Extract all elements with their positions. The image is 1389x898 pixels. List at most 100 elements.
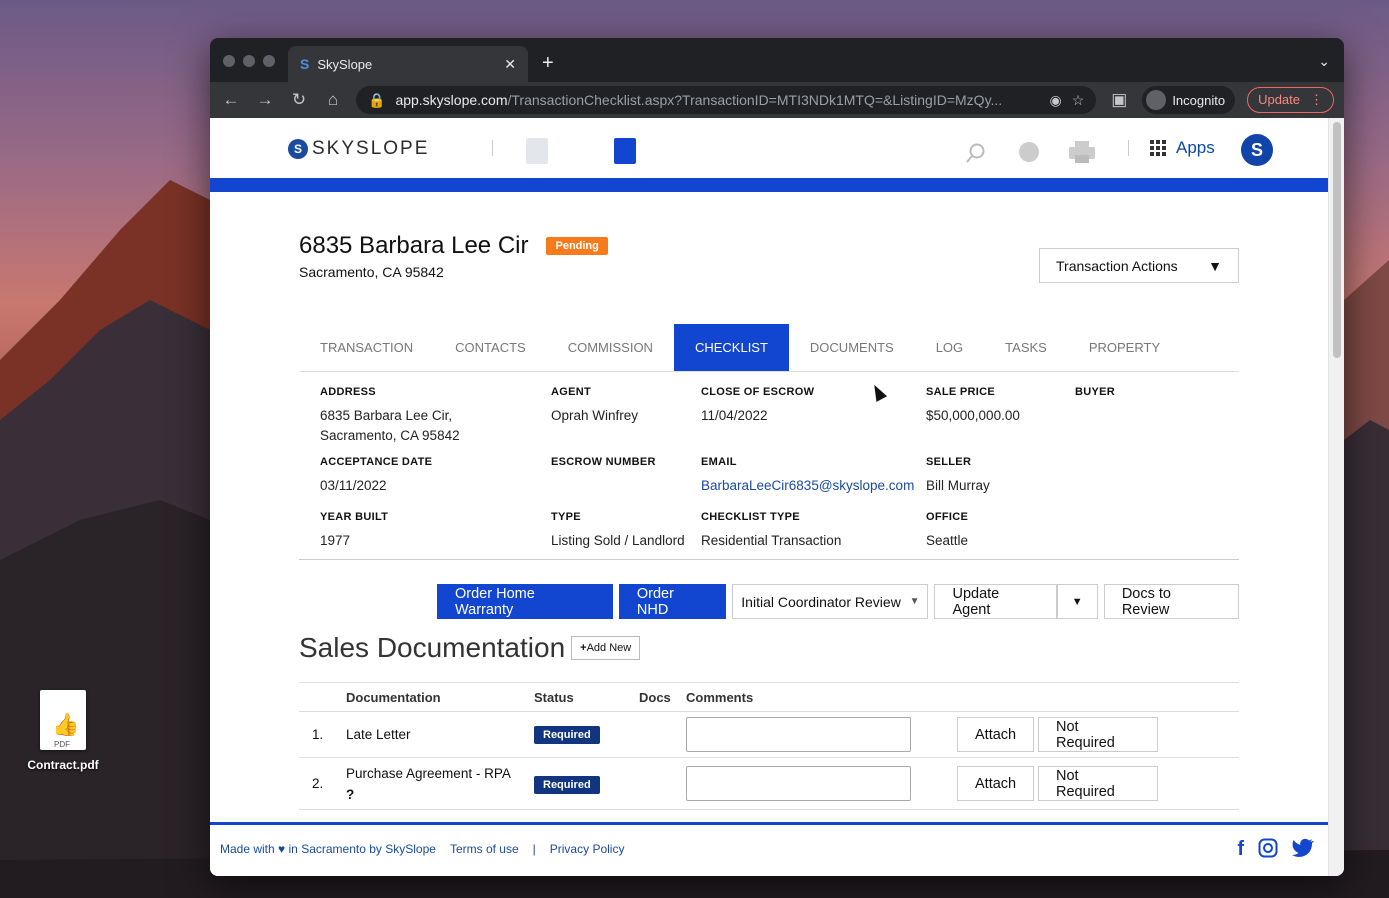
printer-icon[interactable]	[1069, 141, 1095, 163]
tab-commission[interactable]: COMMISSION	[547, 324, 674, 371]
instagram-icon[interactable]	[1258, 838, 1278, 858]
acceptance-date-label: ACCEPTANCE DATE	[320, 456, 433, 468]
status-badge: Pending	[546, 237, 608, 255]
browser-tab[interactable]: S SkySlope ✕	[288, 46, 528, 82]
close-of-escrow-label: CLOSE OF ESCROW	[701, 386, 815, 398]
not-required-button[interactable]: Not Required	[1038, 766, 1158, 801]
checklist-type-value: Residential Transaction	[701, 533, 842, 548]
skyslope-logo[interactable]: S SKYSLOPE	[288, 138, 429, 160]
page-scrollbar[interactable]	[1328, 118, 1344, 876]
help-icon[interactable]: ?	[346, 787, 354, 802]
url-path: /TransactionChecklist.aspx?TransactionID…	[507, 92, 1003, 108]
desktop-file-contract[interactable]: 👍 PDF Contract.pdf	[22, 690, 104, 772]
file-type-label: PDF	[54, 740, 70, 749]
not-required-button[interactable]: Not Required	[1038, 717, 1158, 752]
order-nhd-button[interactable]: Order NHD	[618, 584, 727, 619]
update-agent-dropdown-toggle[interactable]: ▼	[1056, 584, 1098, 619]
document-name[interactable]: Purchase Agreement - RPA ?	[346, 763, 516, 805]
add-new-button[interactable]: +Add New	[571, 636, 641, 660]
support-chat-icon[interactable]	[1018, 140, 1040, 164]
footer-links: Made with ♥ in Sacramento by SkySlope Te…	[220, 842, 624, 856]
search-icon[interactable]	[966, 142, 986, 164]
tab-transaction[interactable]: TRANSACTION	[299, 324, 434, 371]
back-arrow-icon[interactable]: ←	[220, 90, 242, 110]
reload-icon[interactable]: ↻	[288, 90, 310, 110]
browser-window: S SkySlope ✕ + ⌄ ← → ↻ ⌂ 🔒 app.skyslope.…	[210, 38, 1344, 876]
column-docs: Docs	[639, 690, 671, 705]
email-link[interactable]: BarbaraLeeCir6835@skyslope.com	[701, 476, 914, 496]
attach-button[interactable]: Attach	[957, 717, 1034, 752]
lock-icon[interactable]: 🔒	[368, 92, 385, 109]
made-with-label: Made with	[220, 842, 275, 856]
incognito-indicator[interactable]: Incognito	[1142, 86, 1236, 114]
escrow-number-label: ESCROW NUMBER	[551, 456, 656, 468]
pdf-file-icon: 👍 PDF	[40, 690, 86, 750]
url-host: app.skyslope.com	[395, 92, 508, 108]
column-documentation: Documentation	[346, 690, 441, 705]
comment-textarea[interactable]	[686, 717, 911, 752]
attach-button[interactable]: Attach	[957, 766, 1034, 801]
close-window-button[interactable]	[223, 55, 235, 67]
document-name[interactable]: Late Letter	[346, 724, 516, 745]
minimize-window-button[interactable]	[243, 55, 255, 67]
tab-checklist[interactable]: CHECKLIST	[673, 324, 789, 371]
skyslope-logo-icon: S	[288, 139, 308, 159]
docs-to-review-button[interactable]: Docs to Review	[1103, 584, 1239, 619]
review-select[interactable]: Initial Coordinator Review ▼	[732, 584, 929, 619]
user-avatar[interactable]: S	[1241, 134, 1273, 166]
tab-title: SkySlope	[317, 56, 373, 72]
tab-search-chevron-icon[interactable]: ⌄	[1318, 53, 1330, 70]
type-label: TYPE	[551, 511, 581, 523]
update-button[interactable]: Update ⋮	[1247, 87, 1334, 113]
seller-label: SELLER	[926, 456, 972, 468]
header-divider	[1128, 140, 1129, 156]
web-page: S SKYSLOPE Apps S 6835 Barbara Lee Cir P…	[210, 118, 1344, 876]
maximize-window-button[interactable]	[263, 55, 275, 67]
address-bar[interactable]: 🔒 app.skyslope.com/TransactionChecklist.…	[356, 86, 1097, 114]
facebook-icon[interactable]: f	[1237, 838, 1244, 861]
close-tab-icon[interactable]: ✕	[504, 56, 516, 73]
privacy-link[interactable]: Privacy Policy	[550, 842, 625, 856]
details-divider	[299, 559, 1239, 560]
browser-toolbar: ← → ↻ ⌂ 🔒 app.skyslope.com/TransactionCh…	[210, 82, 1344, 118]
search-document-icon[interactable]	[526, 138, 548, 164]
apps-menu[interactable]: Apps	[1150, 138, 1215, 158]
kebab-menu-icon: ⋮	[1310, 92, 1323, 107]
checklist-type-label: CHECKLIST TYPE	[701, 511, 800, 523]
transaction-actions-dropdown[interactable]: Transaction Actions ▼	[1039, 248, 1239, 283]
tab-tasks[interactable]: TASKS	[984, 324, 1068, 371]
tab-property[interactable]: PROPERTY	[1068, 324, 1181, 371]
type-value: Listing Sold / Landlord	[551, 533, 685, 548]
transaction-tabs: TRANSACTION CONTACTS COMMISSION CHECKLIS…	[299, 324, 1239, 372]
twitter-icon[interactable]	[1292, 838, 1314, 858]
year-built-value: 1977	[320, 533, 351, 548]
transaction-actions-label: Transaction Actions	[1056, 257, 1178, 274]
terms-link[interactable]: Terms of use	[450, 842, 519, 856]
scrollbar-thumb[interactable]	[1333, 122, 1341, 358]
tab-log[interactable]: LOG	[915, 324, 984, 371]
eye-off-icon[interactable]: ◉	[1050, 92, 1062, 109]
caret-down-icon: ▼	[1071, 595, 1083, 608]
tab-contacts[interactable]: CONTACTS	[434, 324, 547, 371]
seller-value: Bill Murray	[926, 478, 990, 493]
status-badge: Required	[534, 726, 600, 744]
side-panel-icon[interactable]: ▣	[1108, 90, 1130, 110]
comment-textarea[interactable]	[686, 766, 911, 801]
document-icon[interactable]	[614, 138, 636, 164]
office-label: OFFICE	[926, 511, 969, 523]
column-comments: Comments	[686, 690, 754, 705]
new-tab-button[interactable]: +	[542, 52, 554, 75]
app-header: S SKYSLOPE Apps S	[210, 118, 1344, 178]
home-icon[interactable]: ⌂	[322, 90, 344, 110]
forward-arrow-icon[interactable]: →	[254, 90, 276, 110]
caret-down-icon: ▼	[1208, 257, 1222, 274]
address-label: ADDRESS	[320, 386, 376, 398]
tab-documents[interactable]: DOCUMENTS	[789, 324, 915, 371]
heart-icon: ♥	[278, 842, 286, 856]
order-home-warranty-button[interactable]: Order Home Warranty	[437, 584, 613, 619]
update-agent-button[interactable]: Update Agent	[934, 584, 1057, 619]
star-icon[interactable]: ☆	[1072, 92, 1085, 109]
incognito-icon	[1146, 90, 1167, 110]
column-status: Status	[534, 690, 574, 705]
tab-strip: S SkySlope ✕ + ⌄	[210, 38, 1344, 82]
